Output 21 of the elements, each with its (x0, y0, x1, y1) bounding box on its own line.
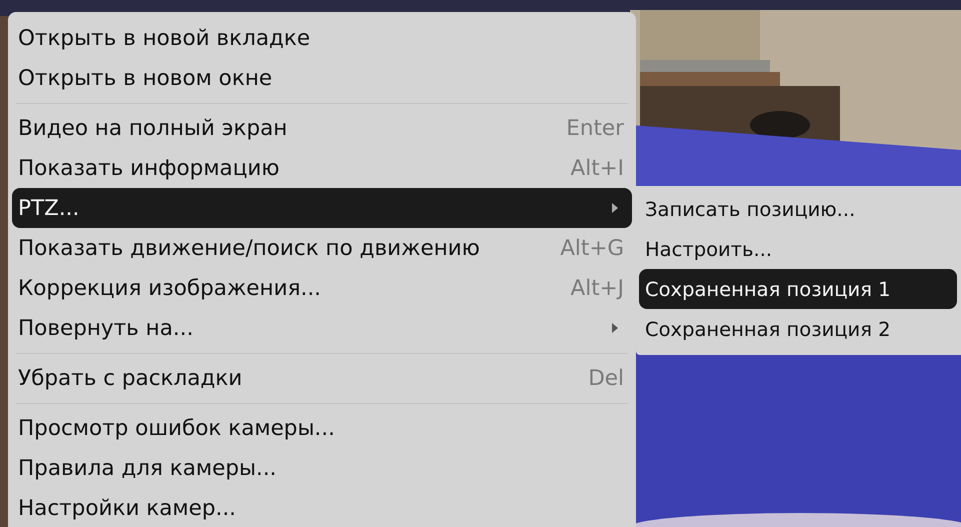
menu-item[interactable]: Видео на полный экран Enter (12, 108, 632, 148)
menu-item[interactable]: Повернуть на... (12, 308, 632, 348)
shortcut-label: Enter (566, 116, 624, 140)
menu-item[interactable]: PTZ... (12, 188, 632, 228)
menu-item[interactable]: Правила для камеры... (12, 448, 632, 488)
submenu-item[interactable]: Настроить... (639, 229, 957, 269)
submenu-item[interactable]: Сохраненная позиция 1 (639, 269, 957, 309)
shortcut-label: Alt+G (560, 236, 624, 260)
menu-item[interactable]: Коррекция изображения... Alt+J (12, 268, 632, 308)
shortcut-label: Alt+J (570, 276, 624, 300)
menu-item[interactable]: Убрать с раскладки Del (12, 358, 632, 398)
menu-item[interactable]: Показать движение/поиск по движению Alt+G (12, 228, 632, 268)
submenu-item[interactable]: Записать позицию... (639, 189, 957, 229)
menu-item[interactable]: Показать информацию Alt+I (12, 148, 632, 188)
menu-item[interactable]: Просмотр ошибок камеры... (12, 408, 632, 448)
menu-item[interactable]: Открыть в новом окне (12, 58, 632, 98)
submenu-item[interactable]: Сохраненная позиция 2 (639, 309, 957, 349)
menu-item[interactable]: Открыть в новой вкладке (12, 18, 632, 58)
menu-item[interactable]: Настройки камер... (12, 488, 632, 527)
shortcut-label: Del (588, 366, 624, 390)
shortcut-label: Alt+I (570, 156, 624, 180)
